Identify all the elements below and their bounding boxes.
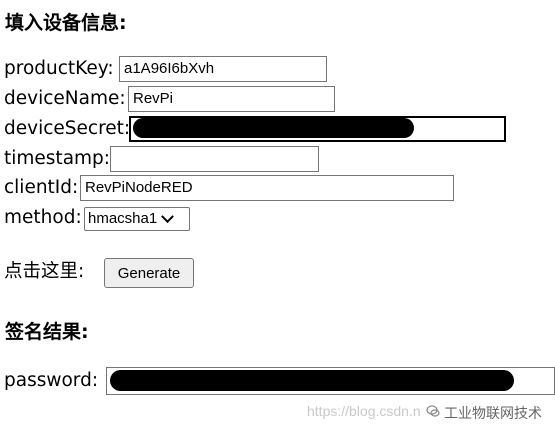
watermark-url: https://blog.csdn.n [307, 403, 421, 419]
section-heading-device-info: 填入设备信息: [5, 12, 127, 34]
client-id-label: clientId: [4, 177, 79, 198]
device-secret-label: deviceSecret: [4, 118, 131, 139]
device-name-label: deviceName: [4, 88, 126, 109]
method-select[interactable]: hmacsha1 [84, 207, 190, 231]
client-id-input[interactable]: RevPiNodeRED [80, 175, 454, 201]
device-name-input[interactable]: RevPi [128, 86, 335, 112]
watermark-account: 工业物联网技术 [444, 405, 542, 421]
password-label: password: [4, 370, 99, 391]
timestamp-label: timestamp: [4, 148, 111, 169]
generate-prompt: 点击这里: [4, 261, 85, 282]
method-selected-value: hmacsha1 [88, 210, 158, 227]
generate-button[interactable]: Generate [104, 258, 194, 288]
wechat-icon [426, 405, 440, 417]
redaction-mark [133, 118, 414, 138]
product-key-input[interactable]: a1A96I6bXvh [119, 56, 327, 82]
section-heading-result: 签名结果: [5, 321, 89, 343]
timestamp-input[interactable] [110, 146, 319, 172]
method-label: method: [4, 207, 82, 228]
product-key-label: productKey: [4, 58, 114, 79]
redaction-mark [110, 370, 514, 391]
chevron-down-icon [161, 209, 175, 223]
